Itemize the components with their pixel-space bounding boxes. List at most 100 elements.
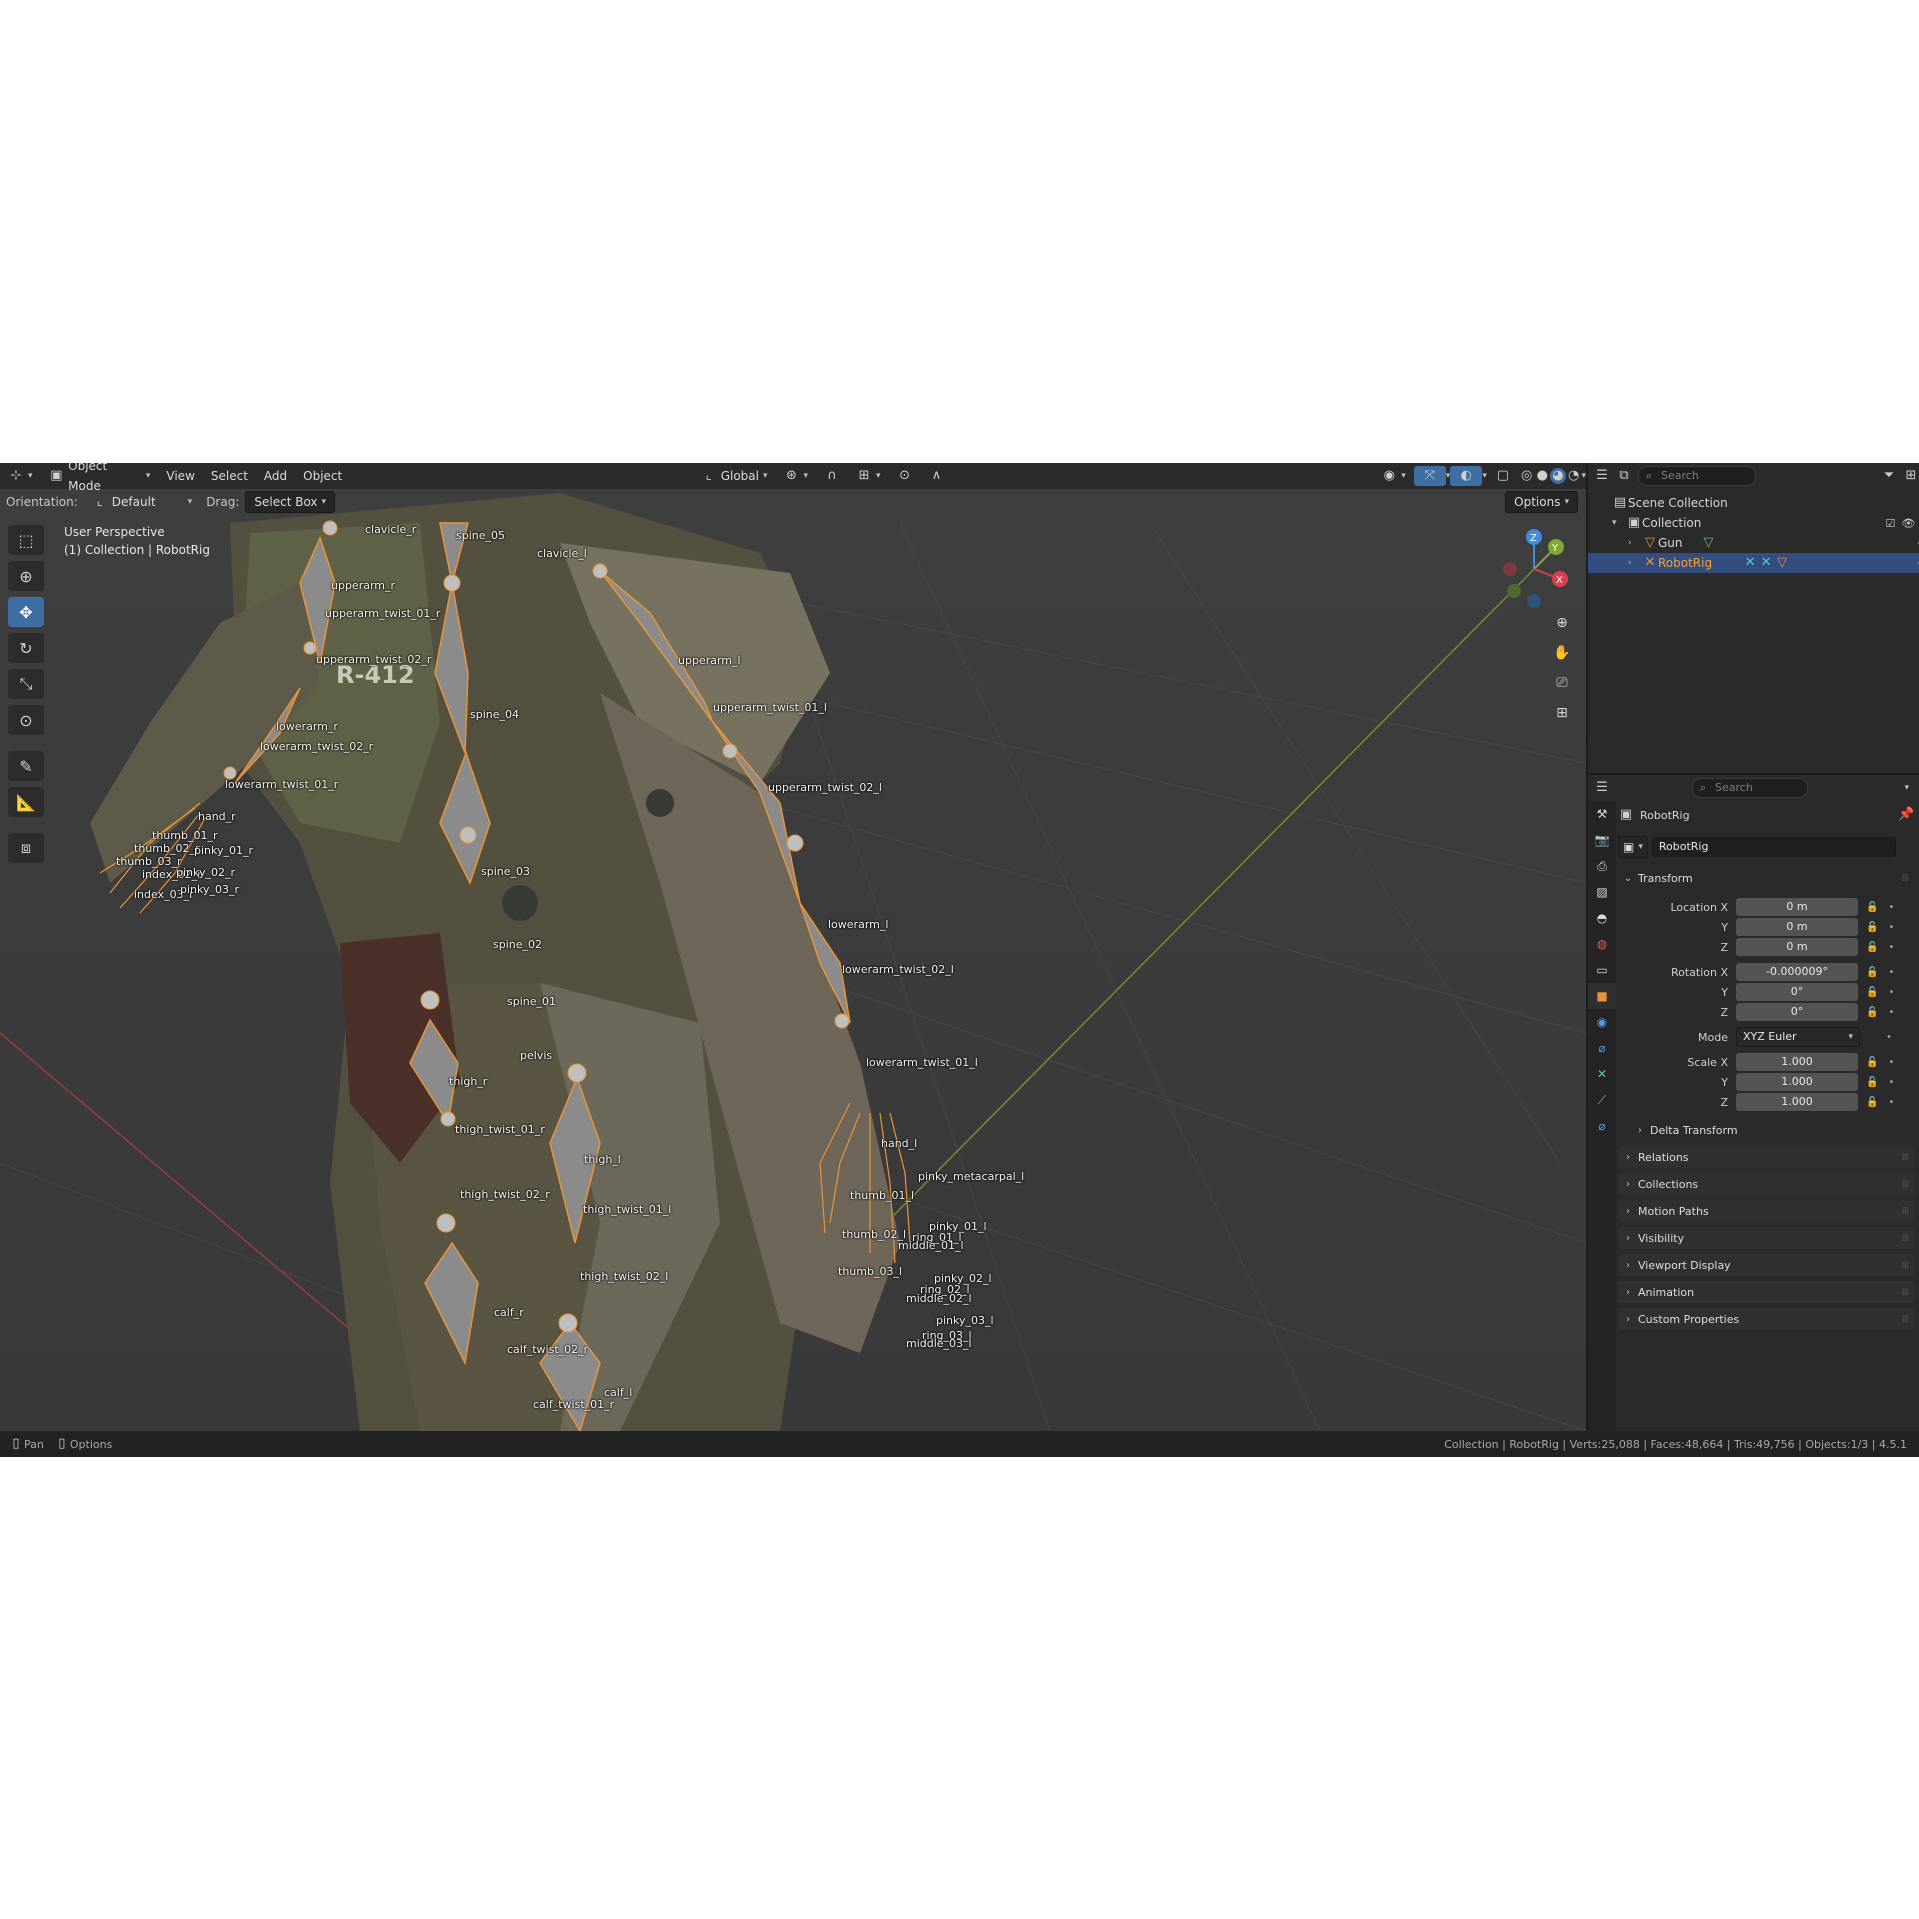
tree-row-gun[interactable]: › ▽ Gun ▽ 👁📷 — [1588, 533, 1919, 553]
object-tab[interactable]: ■ — [1588, 983, 1616, 1009]
keyframe-dot-icon[interactable]: • — [1886, 1032, 1892, 1043]
menu-view[interactable]: View — [158, 466, 202, 486]
bone-constraint-tab[interactable]: ⌀ — [1588, 1113, 1616, 1139]
properties-options-chevron-icon[interactable]: ▾ — [1904, 783, 1909, 793]
lock-icon[interactable]: 🔓 — [1866, 1077, 1878, 1088]
scene-tab[interactable]: ◓ — [1588, 905, 1616, 931]
location-y-field[interactable]: 0 m — [1736, 918, 1858, 936]
add-cube-tool[interactable]: ⧈ — [8, 833, 44, 863]
drag-grip-icon[interactable]: ⁞⁞⁞ — [1901, 1287, 1908, 1298]
transform-orientation-dropdown[interactable]: ⌞ Global ▾ — [693, 466, 776, 486]
outliner-editor-icon[interactable]: ☰ — [1594, 468, 1610, 484]
rotation-y-field[interactable]: 0° — [1736, 983, 1858, 1001]
chevron-down-icon[interactable]: ▾ — [1612, 518, 1626, 528]
custom-properties-panel-header[interactable]: › Custom Properties ⁞⁞⁞ — [1618, 1308, 1914, 1330]
pin-icon[interactable]: 📌 — [1898, 807, 1914, 823]
drag-grip-icon[interactable]: ⁞⁞⁞ — [1901, 1314, 1908, 1325]
keyframe-dot-icon[interactable]: • — [1888, 1097, 1894, 1108]
rendered-shading-icon[interactable]: ◔ — [1566, 468, 1582, 484]
location-z-field[interactable]: 0 m — [1736, 938, 1858, 956]
relations-panel-header[interactable]: › Relations ⁞⁞⁞ — [1618, 1146, 1914, 1168]
pan-button[interactable]: ✋ — [1550, 641, 1574, 665]
menu-select[interactable]: Select — [203, 466, 256, 486]
properties-editor-icon[interactable]: ☰ — [1594, 780, 1610, 796]
drag-setting-dropdown[interactable]: Select Box ▾ — [245, 491, 336, 513]
object-name-field[interactable]: RobotRig — [1651, 837, 1896, 857]
annotate-tool[interactable]: ✎ — [8, 751, 44, 781]
visibility-panel-header[interactable]: › Visibility ⁞⁞⁞ — [1618, 1227, 1914, 1249]
cursor-tool[interactable]: ⊕ — [8, 561, 44, 591]
proportional-edit-toggle[interactable]: ⊙ — [889, 466, 921, 486]
rotation-x-field[interactable]: -0.000009° — [1736, 963, 1858, 981]
location-x-field[interactable]: 0 m — [1736, 898, 1858, 916]
transform-panel-header[interactable]: ⌄ Transform ⁞⁞⁞ — [1618, 867, 1914, 889]
drag-grip-icon[interactable]: ⁞⁞⁞ — [1901, 1179, 1908, 1190]
view-layer-tab[interactable]: ▨ — [1588, 879, 1616, 905]
keyframe-dot-icon[interactable]: • — [1888, 902, 1894, 913]
eye-icon[interactable]: 👁 — [1901, 517, 1915, 530]
lock-icon[interactable]: 🔓 — [1866, 1007, 1878, 1018]
3d-viewport[interactable]: R-412 clavicle_r spine_05 clavicle_l upp… — [0, 463, 1586, 1431]
menu-add[interactable]: Add — [256, 466, 295, 486]
shading-options-chevron-icon[interactable]: ▾ — [1581, 471, 1586, 481]
chevron-right-icon[interactable]: › — [1628, 538, 1642, 548]
xray-toggle[interactable]: ▢ — [1487, 466, 1519, 486]
mode-dropdown[interactable]: ▣ Object Mode ▾ — [41, 463, 159, 493]
chevron-right-icon[interactable]: › — [1628, 558, 1642, 568]
outliner-search-input[interactable]: Search — [1638, 466, 1756, 486]
lock-icon[interactable]: 🔓 — [1866, 1057, 1878, 1068]
zoom-button[interactable]: ⊕ — [1550, 611, 1574, 635]
snap-target-button[interactable]: ⊞ ▾ — [848, 466, 889, 486]
tree-row-robotrig[interactable]: › ✕ RobotRig ✕ ✕ ▽ 👁📷 — [1588, 553, 1919, 573]
scale-z-field[interactable]: 1.000 — [1736, 1093, 1858, 1111]
bone-tab[interactable]: ⟋ — [1588, 1087, 1616, 1113]
wireframe-shading-icon[interactable]: ◎ — [1519, 468, 1535, 484]
keyframe-dot-icon[interactable]: • — [1888, 987, 1894, 998]
viewport-display-panel-header[interactable]: › Viewport Display ⁞⁞⁞ — [1618, 1254, 1914, 1276]
delta-transform-header[interactable]: › Delta Transform — [1630, 1119, 1914, 1141]
drag-grip-icon[interactable]: ⁞⁞⁞ — [1901, 1233, 1908, 1244]
move-tool[interactable]: ✥ — [8, 597, 44, 627]
solid-shading-icon[interactable]: ● — [1535, 468, 1551, 484]
collections-panel-header[interactable]: › Collections ⁞⁞⁞ — [1618, 1173, 1914, 1195]
properties-search-input[interactable]: Search — [1692, 778, 1808, 798]
drag-grip-icon[interactable]: ⁞⁞⁞ — [1901, 1260, 1908, 1271]
keyframe-dot-icon[interactable]: • — [1888, 922, 1894, 933]
perspective-toggle-button[interactable]: ⊞ — [1550, 701, 1574, 725]
rotation-z-field[interactable]: 0° — [1736, 1003, 1858, 1021]
measure-tool[interactable]: 📐 — [8, 787, 44, 817]
keyframe-dot-icon[interactable]: • — [1888, 1057, 1894, 1068]
lock-icon[interactable]: 🔓 — [1866, 1097, 1878, 1108]
rotate-tool[interactable]: ↻ — [8, 633, 44, 663]
pivot-point-button[interactable]: ⊛ ▾ — [776, 466, 817, 486]
menu-object[interactable]: Object — [295, 466, 350, 486]
gizmo-toggle[interactable]: ⤧ — [1413, 466, 1446, 486]
drag-grip-icon[interactable]: ⁞⁞⁞ — [1901, 1152, 1908, 1163]
keyframe-dot-icon[interactable]: • — [1888, 1007, 1894, 1018]
drag-grip-icon[interactable]: ⁞⁞⁞ — [1901, 873, 1908, 884]
world-tab[interactable]: ◍ — [1588, 931, 1616, 957]
camera-view-button[interactable]: ⎚ — [1550, 671, 1574, 695]
keyframe-dot-icon[interactable]: • — [1888, 967, 1894, 978]
lock-icon[interactable]: 🔓 — [1866, 987, 1878, 998]
transform-tool[interactable]: ⊙ — [8, 705, 44, 735]
snap-toggle[interactable]: ∩ — [816, 466, 848, 486]
lock-icon[interactable]: 🔓 — [1866, 967, 1878, 978]
output-tab[interactable]: ⎙ — [1588, 853, 1616, 879]
constraints-tab[interactable]: ⌀ — [1588, 1035, 1616, 1061]
filter-icon[interactable]: ⏷ — [1881, 468, 1897, 484]
collection-tab[interactable]: ▭ — [1588, 957, 1616, 983]
scale-tool[interactable]: ⤡ — [8, 669, 44, 699]
overlays-toggle[interactable]: ◐ — [1450, 466, 1483, 486]
falloff-button[interactable]: ∧ — [921, 466, 953, 486]
armature-tab[interactable]: ✕ — [1588, 1061, 1616, 1087]
scale-x-field[interactable]: 1.000 — [1736, 1053, 1858, 1071]
motion-paths-panel-header[interactable]: › Motion Paths ⁞⁞⁞ — [1618, 1200, 1914, 1222]
orientation-setting-dropdown[interactable]: ⌞ Default ▾ — [84, 492, 200, 512]
select-box-tool[interactable]: ⬚ — [8, 525, 44, 555]
animation-panel-header[interactable]: › Animation ⁞⁞⁞ — [1618, 1281, 1914, 1303]
checkbox-icon[interactable]: ☑ — [1885, 517, 1895, 530]
keyframe-dot-icon[interactable]: • — [1888, 1077, 1894, 1088]
lock-icon[interactable]: 🔓 — [1866, 922, 1878, 933]
lock-icon[interactable]: 🔓 — [1866, 942, 1878, 953]
